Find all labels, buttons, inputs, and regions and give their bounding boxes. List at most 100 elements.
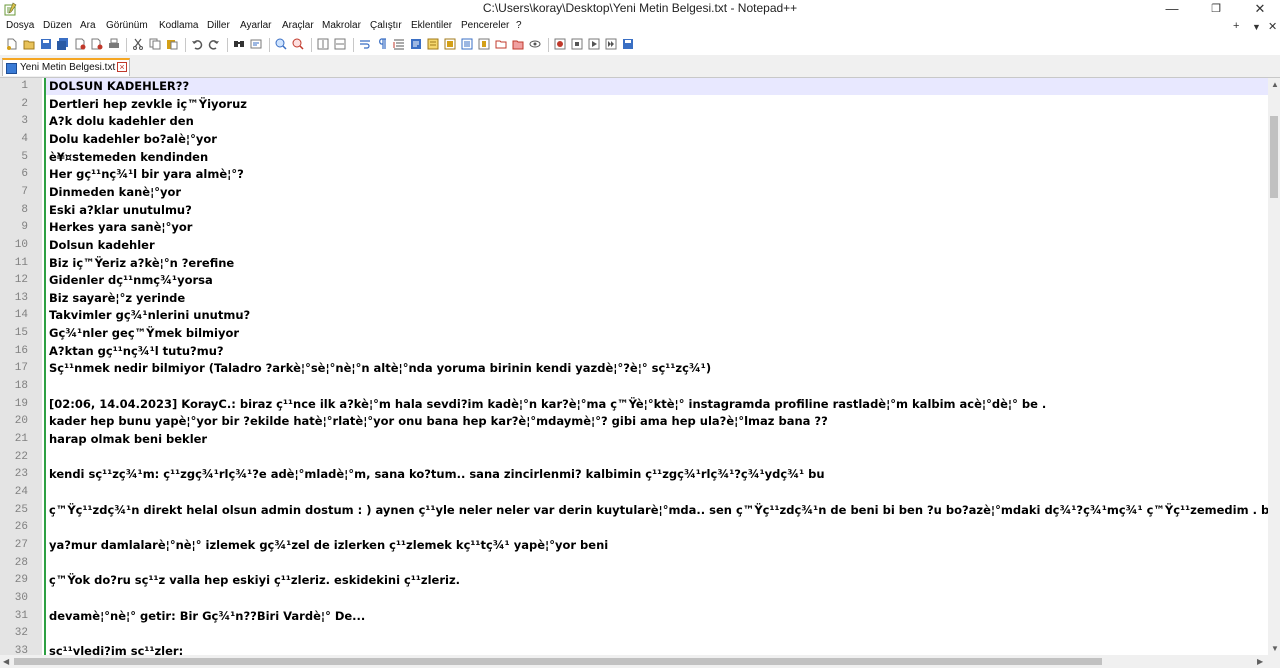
- monitoring-icon[interactable]: [478, 38, 490, 50]
- doc-map-icon[interactable]: [427, 38, 439, 50]
- menu-settings[interactable]: Ayarlar: [240, 20, 272, 31]
- scroll-down-arrow-icon[interactable]: ▼: [1271, 644, 1279, 653]
- menu-language[interactable]: Diller: [207, 20, 230, 31]
- scrollbar-corner: [1268, 655, 1280, 668]
- folder-workspace-icon[interactable]: [461, 38, 473, 50]
- language-icon[interactable]: [410, 38, 422, 50]
- menu-run[interactable]: Çalıştır: [370, 20, 402, 31]
- scroll-right-arrow-icon[interactable]: ▶: [1257, 657, 1263, 666]
- tab-label: Yeni Metin Belgesi.txt: [20, 62, 116, 73]
- scroll-left-arrow-icon[interactable]: ◀: [3, 657, 9, 666]
- line-number: 32: [14, 627, 28, 640]
- eye-icon[interactable]: [529, 38, 541, 50]
- close-all-icon[interactable]: [91, 38, 103, 50]
- tab-list-dropdown-button[interactable]: ▼: [1252, 22, 1261, 32]
- close-icon[interactable]: [74, 38, 86, 50]
- menu-window[interactable]: Pencereler: [461, 20, 509, 31]
- cut-icon[interactable]: [132, 38, 144, 50]
- horizontal-scroll-thumb[interactable]: [14, 658, 1102, 665]
- menu-view[interactable]: Görünüm: [106, 20, 148, 31]
- editor-line-text: Dolsun kadehler: [49, 237, 155, 252]
- editor-line-text: Dinmeden kanè¦°yor: [49, 184, 182, 199]
- folder-as-workspace-icon[interactable]: [512, 38, 524, 50]
- menu-search[interactable]: Ara: [80, 20, 96, 31]
- sync-vertical-icon[interactable]: [317, 38, 329, 50]
- new-tab-plus-button[interactable]: +: [1233, 20, 1239, 32]
- sync-horizontal-icon[interactable]: [334, 38, 346, 50]
- saved-file-icon: [6, 63, 17, 74]
- minimize-button[interactable]: —: [1152, 0, 1192, 19]
- toolbar-separator: [227, 38, 228, 52]
- menu-file[interactable]: Dosya: [6, 20, 34, 31]
- record-macro-icon[interactable]: [554, 38, 566, 50]
- menu-tools[interactable]: Araçlar: [282, 20, 314, 31]
- save-macro-icon[interactable]: [622, 38, 634, 50]
- scroll-up-arrow-icon[interactable]: ▲: [1271, 80, 1279, 89]
- line-number: 31: [14, 609, 28, 622]
- editor-line-text: kader hep bunu yapè¦°yor bir ?ekilde hat…: [49, 414, 828, 429]
- clear-marks-icon[interactable]: [495, 38, 507, 50]
- editor-line-text: Gç¾¹nler geç™Ÿmek bilmiyor: [49, 326, 240, 341]
- menu-edit[interactable]: Düzen: [43, 20, 72, 31]
- line-number: 12: [14, 274, 28, 287]
- function-list-icon[interactable]: [444, 38, 456, 50]
- editor-line-text: è¥¤stemeden kendinden: [49, 149, 209, 164]
- toolbar-separator: [311, 38, 312, 52]
- close-doc-button[interactable]: ✕: [1268, 20, 1277, 33]
- indent-guide-icon[interactable]: [393, 38, 405, 50]
- toolbar-separator: [185, 38, 186, 52]
- vertical-scrollbar[interactable]: ▲ ▼: [1268, 78, 1280, 655]
- redo-icon[interactable]: [208, 38, 220, 50]
- tab-yeni-metin-belgesi[interactable]: Yeni Metin Belgesi.txt ×: [2, 58, 130, 76]
- line-number: 6: [21, 168, 28, 181]
- word-wrap-icon[interactable]: [359, 38, 371, 50]
- line-number: 2: [21, 97, 28, 110]
- maximize-button[interactable]: ❐: [1196, 0, 1236, 19]
- play-macro-icon[interactable]: [588, 38, 600, 50]
- text-editor[interactable]: 1 2 3 4 5 6 7 8 9 10 11 12 13 14 15 16 17 18 19 20 21 22 23 24 2…: [0, 78, 1268, 655]
- show-all-chars-icon[interactable]: [376, 38, 388, 50]
- zoom-out-icon[interactable]: [292, 38, 304, 50]
- line-number: 21: [14, 433, 28, 445]
- editor-line-text: A?k dolu kadehler den: [49, 114, 194, 129]
- window-title: C:\Users\koray\Desktop\Yeni Metin Belges…: [482, 1, 798, 15]
- replace-icon[interactable]: [250, 38, 262, 50]
- tab-close-icon[interactable]: ×: [117, 62, 127, 72]
- editor-line-text: DOLSUN KADEHLER??: [49, 79, 190, 93]
- stop-macro-icon[interactable]: [571, 38, 583, 50]
- find-icon[interactable]: [233, 38, 245, 50]
- save-all-icon[interactable]: [57, 38, 69, 50]
- run-macro-multiple-icon[interactable]: [605, 38, 617, 50]
- line-number: 10: [14, 238, 28, 251]
- menu-plugins[interactable]: Eklentiler: [411, 20, 452, 31]
- line-number: 26: [14, 521, 28, 534]
- horizontal-scrollbar[interactable]: ◀ ▶: [0, 655, 1268, 668]
- save-icon[interactable]: [40, 38, 52, 50]
- menu-macro[interactable]: Makrolar: [322, 20, 361, 31]
- editor-line-text: sç¹¹yledi?im sç¹¹zler:: [49, 643, 184, 655]
- editor-line-text: harap olmak beni bekler: [49, 432, 208, 446]
- menu-encoding[interactable]: Kodlama: [159, 20, 198, 31]
- vertical-scroll-thumb[interactable]: [1270, 116, 1278, 198]
- editor-line-text: Dertleri hep zevkle iç™Ÿiyoruz: [49, 96, 247, 111]
- editor-line-text: kendi sç¹¹zç¾¹m: ç¹¹zgç¾¹rlç¾¹?e adè¦°ml…: [49, 467, 825, 482]
- menu-help[interactable]: ?: [516, 20, 522, 31]
- new-file-icon[interactable]: [6, 38, 18, 50]
- print-icon[interactable]: [108, 38, 120, 50]
- undo-icon[interactable]: [191, 38, 203, 50]
- copy-icon[interactable]: [149, 38, 161, 50]
- line-number: 16: [14, 344, 28, 357]
- line-number: 33: [14, 644, 28, 655]
- line-number: 29: [14, 574, 28, 587]
- line-number: 1: [21, 80, 28, 92]
- close-window-button[interactable]: ✕: [1240, 0, 1280, 19]
- open-file-icon[interactable]: [23, 38, 35, 50]
- line-number: 5: [21, 150, 28, 163]
- line-number: 11: [14, 256, 28, 269]
- editor-line-text: ç™Ÿok do?ru sç¹¹z valla hep eskiyi ç¹¹zl…: [49, 573, 461, 588]
- line-number: 25: [14, 503, 28, 516]
- zoom-in-icon[interactable]: [275, 38, 287, 50]
- editor-line-text: Biz iç™Ÿeriz a?kè¦°n ?erefine: [49, 255, 235, 270]
- editor-line-text: ç™Ÿç¹¹zdç¾¹n direkt helal olsun admin do…: [49, 502, 1268, 517]
- paste-icon[interactable]: [166, 38, 178, 50]
